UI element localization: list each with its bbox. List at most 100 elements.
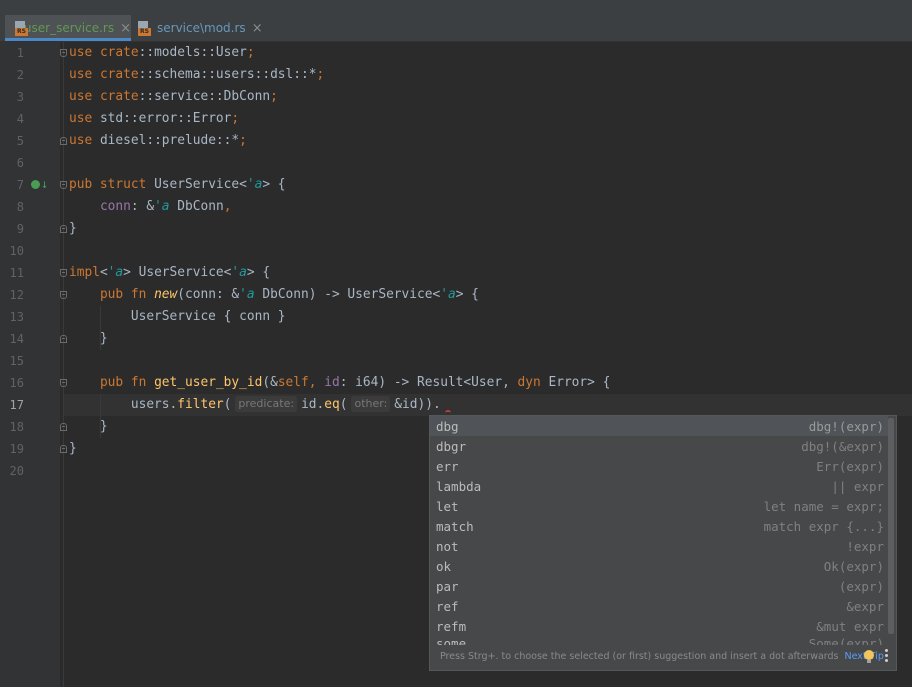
fold-toggle-icon[interactable] xyxy=(60,181,67,189)
fold-toggle-icon[interactable] xyxy=(60,269,67,277)
completion-item[interactable]: ref &expr xyxy=(430,596,888,616)
line-number: 15 xyxy=(9,354,24,368)
completion-item-tail: let name = expr; xyxy=(763,498,884,514)
completion-item-name: err xyxy=(436,458,459,474)
parameter-hint: predicate: xyxy=(235,396,298,412)
completion-item-name: match xyxy=(436,518,474,534)
code-token: use xyxy=(69,67,100,82)
code-token: UserService< xyxy=(154,177,247,192)
code-token: 'a xyxy=(246,177,263,192)
code-token: use xyxy=(69,111,100,126)
line-number: 8 xyxy=(16,200,24,214)
tab-service-mod[interactable]: RS service\mod.rs × xyxy=(133,15,263,41)
completion-item-tail: || expr xyxy=(831,478,884,494)
code-line: conn: &'a DbConn, xyxy=(69,196,231,218)
code-token: eq xyxy=(324,397,340,412)
code-line: } xyxy=(69,218,77,240)
completion-item[interactable]: err Err(expr) xyxy=(430,456,888,476)
code-token: ; xyxy=(270,89,278,104)
completion-item[interactable]: refm &mut expr xyxy=(430,616,888,636)
completion-item-name: let xyxy=(436,498,459,514)
tab-user-service[interactable]: RS user_service.rs × xyxy=(5,15,131,41)
fold-toggle-icon[interactable] xyxy=(60,291,67,299)
fold-toggle-icon[interactable] xyxy=(60,423,67,431)
code-line: use crate::models::User; xyxy=(69,42,255,64)
code-token: , xyxy=(223,199,232,214)
lightbulb-icon[interactable] xyxy=(864,650,874,664)
code-token: Error> { xyxy=(548,375,611,390)
completion-item[interactable]: not !expr xyxy=(430,536,888,556)
more-options-icon[interactable] xyxy=(885,649,889,664)
title-bar xyxy=(0,0,912,15)
code-token: id xyxy=(324,375,340,390)
line-number: 11 xyxy=(9,266,24,280)
completion-item-name: dbgr xyxy=(436,438,467,454)
completion-item-name: ok xyxy=(436,558,452,574)
code-token: crate xyxy=(99,67,139,82)
line-number: 10 xyxy=(9,244,24,258)
code-token: > UserService< xyxy=(123,265,232,280)
completion-item[interactable]: lambda || expr xyxy=(430,476,888,496)
code-token: id. xyxy=(301,397,325,412)
code-token: crate xyxy=(99,89,139,104)
line-number: 18 xyxy=(9,420,24,434)
code-line: pub fn get_user_by_id(&self, id: i64) ->… xyxy=(69,372,610,394)
code-token: : i64) -> Result<User, xyxy=(339,375,518,390)
code-token: UserService { conn } xyxy=(69,309,286,324)
code-token: > { xyxy=(246,265,271,280)
completion-item-name: ref xyxy=(436,598,459,614)
code-line: pub fn new(conn: &'a DbConn) -> UserServ… xyxy=(69,284,479,306)
fold-toggle-icon[interactable] xyxy=(60,335,67,343)
implemented-trait-gutter-icon[interactable]: ↓ xyxy=(31,178,48,193)
rust-file-icon: RS xyxy=(138,20,151,36)
fold-toggle-icon[interactable] xyxy=(60,379,67,387)
fold-toggle-icon[interactable] xyxy=(60,445,67,453)
fold-toggle-icon[interactable] xyxy=(60,137,67,145)
parameter-hint: other: xyxy=(351,396,391,412)
completion-item[interactable]: let let name = expr; xyxy=(430,496,888,516)
completion-footer-text: Press Strg+. to choose the selected (or … xyxy=(440,651,839,662)
fold-toggle-icon[interactable] xyxy=(60,225,67,233)
close-icon[interactable]: × xyxy=(120,21,131,36)
completion-item-tail: match expr {...} xyxy=(763,518,884,534)
code-token: use xyxy=(69,133,100,148)
code-token: new xyxy=(154,287,178,302)
code-line: } xyxy=(69,328,108,350)
completion-popup[interactable]: dbg dbg!(expr) dbgr dbg!(&expr) err Err(exp… xyxy=(429,415,897,671)
editor-tab-bar: RS user_service.rs × RS service\mod.rs × xyxy=(0,15,912,42)
line-number: 5 xyxy=(16,134,24,148)
completion-item[interactable]: dbgr dbg!(&expr) xyxy=(430,436,888,456)
line-number: 7 xyxy=(16,178,24,192)
close-icon[interactable]: × xyxy=(252,21,263,36)
completion-item[interactable]: ok Ok(expr) xyxy=(430,556,888,576)
code-token: ( xyxy=(223,397,232,412)
line-number: 2 xyxy=(16,68,24,82)
completion-item-name: lambda xyxy=(436,478,482,494)
completion-item-tail: (expr) xyxy=(838,578,884,594)
line-number: 3 xyxy=(16,90,24,104)
code-token: pub fn xyxy=(99,375,155,390)
completion-item[interactable]: match match expr {...} xyxy=(430,516,888,536)
completion-scrollbar[interactable] xyxy=(888,418,894,634)
code-token: (& xyxy=(262,375,278,390)
completion-item[interactable]: par (expr) xyxy=(430,576,888,596)
icon-part: RS xyxy=(15,27,28,36)
completion-item-tail: dbg!(&expr) xyxy=(801,438,884,454)
line-number: 1 xyxy=(16,46,24,60)
code-token: self xyxy=(277,375,309,390)
code-token: : & xyxy=(130,199,155,214)
fold-toggle-icon[interactable] xyxy=(60,49,67,57)
completion-item-tail: &mut expr xyxy=(816,618,884,634)
code-token: } xyxy=(69,221,77,236)
code-token: 'a xyxy=(231,265,247,280)
line-number: 12 xyxy=(9,288,24,302)
tab-label: service\mod.rs xyxy=(157,21,246,35)
completion-item-tail: !expr xyxy=(846,538,884,554)
code-token: pub struct xyxy=(69,177,155,192)
code-line: } xyxy=(69,438,77,460)
code-token: &id)). xyxy=(394,397,441,412)
code-token: } xyxy=(69,419,108,434)
completion-item-selected[interactable]: dbg dbg!(expr) xyxy=(430,416,888,436)
